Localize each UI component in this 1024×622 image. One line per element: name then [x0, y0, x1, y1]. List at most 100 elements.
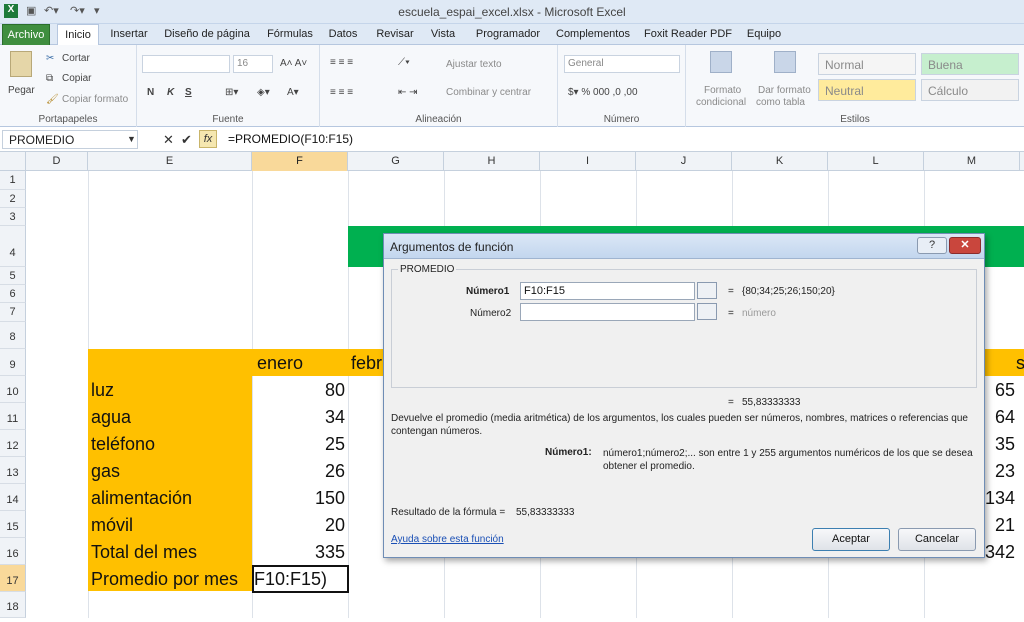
name-box[interactable]: PROMEDIO	[2, 130, 138, 149]
enero-value[interactable]: 25	[252, 431, 345, 457]
row-header[interactable]: 2	[0, 190, 26, 208]
column-header[interactable]: L	[828, 152, 924, 171]
row-header[interactable]: 15	[0, 511, 26, 538]
fill-color-icon[interactable]: ◈▾	[257, 87, 270, 98]
formula-text[interactable]: =PROMEDIO(F10:F15)	[228, 132, 353, 146]
style-calculo[interactable]: Cálculo	[921, 79, 1019, 101]
row-label[interactable]: alimentación	[91, 485, 192, 511]
select-all-corner[interactable]	[0, 152, 26, 171]
column-header[interactable]: J	[636, 152, 732, 171]
arg1-input[interactable]: F10:F15	[520, 282, 695, 300]
cut-button[interactable]: Cortar	[62, 53, 90, 64]
active-cell-text[interactable]: F10:F15)	[254, 566, 327, 592]
enero-value[interactable]: 335	[252, 539, 345, 565]
indent-icon[interactable]: ⇤ ⇥	[398, 87, 418, 98]
paste-icon[interactable]	[10, 51, 32, 77]
row-header[interactable]: 17	[0, 565, 26, 592]
row-header[interactable]: 7	[0, 303, 26, 322]
enero-value[interactable]: 34	[252, 404, 345, 430]
style-normal[interactable]: Normal	[818, 53, 916, 75]
row-header[interactable]: 18	[0, 592, 26, 618]
row-header[interactable]: 1	[0, 171, 26, 190]
row-header[interactable]: 14	[0, 484, 26, 511]
enero-value[interactable]: 80	[252, 377, 345, 403]
header-feb[interactable]: febr	[351, 350, 382, 376]
ok-button[interactable]: Aceptar	[812, 528, 890, 551]
row-label[interactable]: Total del mes	[91, 539, 197, 565]
font-size-select[interactable]: 16	[233, 55, 273, 73]
enter-formula-icon[interactable]: ✔	[181, 132, 192, 148]
underline-button[interactable]: S	[185, 87, 192, 98]
column-header[interactable]: H	[444, 152, 540, 171]
align-left-icon[interactable]: ≡ ≡ ≡	[330, 87, 353, 98]
style-buena[interactable]: Buena	[921, 53, 1019, 75]
close-button[interactable]: ✕	[949, 237, 981, 254]
merge-center-button[interactable]: Combinar y centrar	[446, 87, 531, 98]
row-header[interactable]: 12	[0, 430, 26, 457]
bold-button[interactable]: N	[147, 87, 154, 98]
column-header[interactable]: F	[252, 152, 348, 171]
font-name-select[interactable]	[142, 55, 230, 73]
tab-datos[interactable]: Datos	[323, 24, 363, 45]
column-header[interactable]: M	[924, 152, 1020, 171]
collapse-dialog-icon[interactable]	[697, 282, 717, 299]
copy-icon[interactable]: ⧉	[46, 73, 53, 84]
tab-revisar[interactable]: Revisar	[372, 24, 418, 45]
copy-button[interactable]: Copiar	[62, 73, 91, 84]
paste-button[interactable]: Pegar	[8, 85, 35, 96]
grow-font-icon[interactable]: A˄ A˅	[280, 58, 307, 69]
row-label[interactable]: Promedio por mes	[91, 566, 238, 592]
collapse-dialog-icon[interactable]	[697, 303, 717, 320]
tab-inicio[interactable]: Inicio	[57, 24, 99, 46]
arg2-input[interactable]	[520, 303, 695, 321]
cancel-button[interactable]: Cancelar	[898, 528, 976, 551]
number-format-select[interactable]: General	[564, 55, 680, 73]
enero-value[interactable]: 26	[252, 458, 345, 484]
row-label[interactable]: gas	[91, 458, 120, 484]
name-box-dropdown-icon[interactable]: ▼	[127, 134, 136, 144]
borders-icon[interactable]: ⊞▾	[225, 87, 238, 98]
help-link[interactable]: Ayuda sobre esta función	[391, 534, 504, 545]
header-enero[interactable]: enero	[257, 350, 303, 376]
enero-value[interactable]: 20	[252, 512, 345, 538]
row-label[interactable]: agua	[91, 404, 131, 430]
align-top-icon[interactable]: ≡ ≡ ≡	[330, 57, 353, 68]
row-header[interactable]: 4	[0, 226, 26, 267]
row-header[interactable]: 5	[0, 267, 26, 285]
cut-icon[interactable]: ✂	[46, 53, 54, 64]
enero-value[interactable]: 150	[252, 485, 345, 511]
row-label[interactable]: teléfono	[91, 431, 155, 457]
insert-function-icon[interactable]: fx	[199, 130, 217, 148]
tab-foxit[interactable]: Foxit Reader PDF	[642, 24, 734, 45]
row-header[interactable]: 16	[0, 538, 26, 565]
header-s[interactable]: s	[1016, 350, 1024, 376]
tab-diseno[interactable]: Diseño de página	[160, 24, 254, 45]
row-header[interactable]: 13	[0, 457, 26, 484]
number-format-icons[interactable]: $▾ % 000 ,0 ,00	[568, 87, 638, 98]
tab-formulas[interactable]: Fórmulas	[262, 24, 318, 45]
conditional-format-icon[interactable]	[710, 51, 732, 73]
cancel-formula-icon[interactable]: ✕	[163, 132, 174, 148]
tab-equipo[interactable]: Equipo	[742, 24, 786, 45]
row-header[interactable]: 3	[0, 208, 26, 226]
wrap-text-button[interactable]: Ajustar texto	[446, 59, 502, 70]
row-label[interactable]: móvil	[91, 512, 133, 538]
tab-archivo[interactable]: Archivo	[2, 24, 50, 45]
row-header[interactable]: 8	[0, 322, 26, 349]
conditional-format-label-b[interactable]: condicional	[696, 97, 746, 108]
column-header[interactable]: G	[348, 152, 444, 171]
column-header[interactable]: I	[540, 152, 636, 171]
style-neutral[interactable]: Neutral	[818, 79, 916, 101]
column-header[interactable]: E	[88, 152, 252, 171]
tab-vista[interactable]: Vista	[426, 24, 460, 45]
format-table-label-a[interactable]: Dar formato	[758, 85, 811, 96]
font-color-icon[interactable]: A▾	[287, 87, 299, 98]
help-button[interactable]: ?	[917, 237, 947, 254]
format-painter-button[interactable]: Copiar formato	[62, 94, 128, 105]
format-table-icon[interactable]	[774, 51, 796, 73]
italic-button[interactable]: K	[167, 87, 174, 98]
tab-programador[interactable]: Programador	[468, 24, 548, 45]
row-header[interactable]: 6	[0, 285, 26, 303]
column-header[interactable]: D	[26, 152, 88, 171]
tab-insertar[interactable]: Insertar	[105, 24, 153, 45]
